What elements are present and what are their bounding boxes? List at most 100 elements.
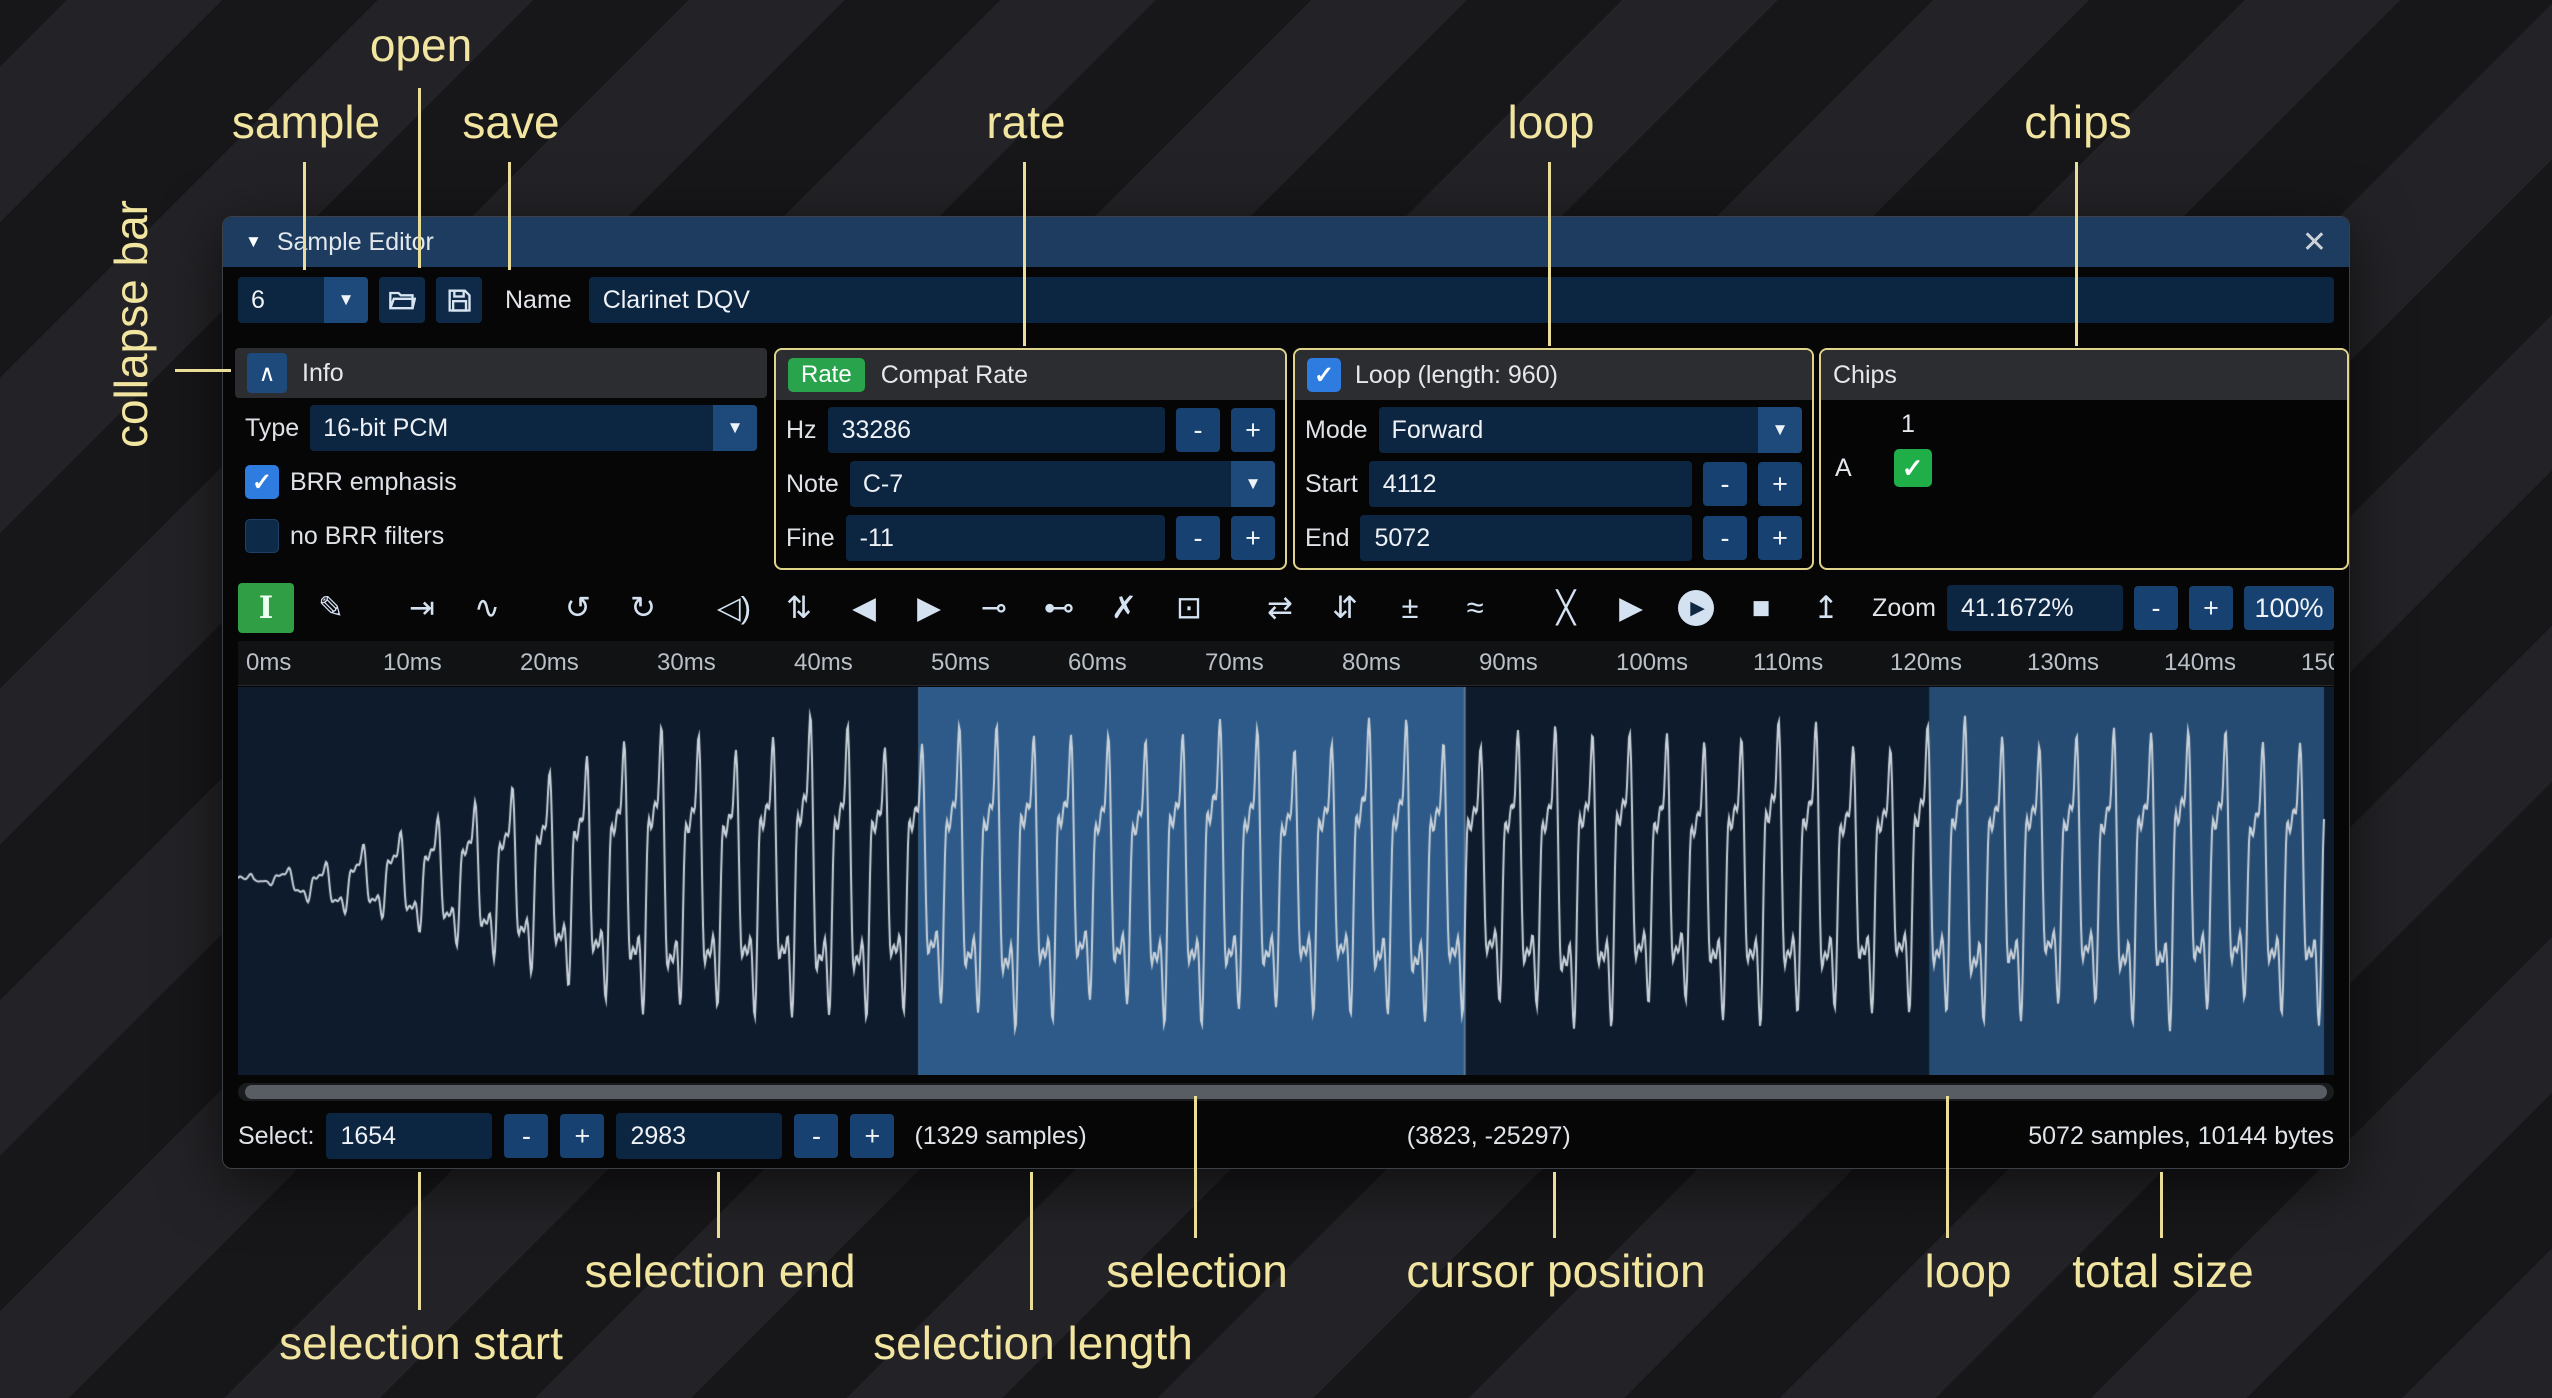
- preview-button[interactable]: ▶: [1603, 583, 1659, 633]
- sample-editor-window: ▼ Sample Editor ✕ 6 ▼: [222, 216, 2350, 1169]
- open-sample-button[interactable]: [379, 277, 425, 323]
- selection-start-increment-button[interactable]: +: [560, 1114, 604, 1158]
- loop-enable-checkbox[interactable]: ✓: [1307, 358, 1341, 392]
- loop-mode-dropdown[interactable]: Forward ▼: [1379, 407, 1802, 453]
- sample-type-dropdown[interactable]: 16-bit PCM ▼: [310, 405, 757, 451]
- undo-button[interactable]: ↺: [550, 583, 606, 633]
- play-button[interactable]: ▶: [1668, 583, 1724, 633]
- loop-start-input[interactable]: 4112: [1369, 461, 1692, 507]
- amplify-button[interactable]: ◁): [706, 583, 762, 633]
- chevron-down-icon[interactable]: ▼: [324, 277, 368, 323]
- fine-input[interactable]: -11: [846, 515, 1165, 561]
- loop-end-decrement-button[interactable]: -: [1703, 516, 1747, 560]
- annotation-selection-end: selection end: [584, 1244, 855, 1298]
- loop-end-input[interactable]: 5072: [1360, 515, 1692, 561]
- loop-header: ✓ Loop (length: 960): [1295, 350, 1812, 400]
- brr-emphasis-label: BRR emphasis: [290, 468, 457, 497]
- selection-start-input[interactable]: 1654: [326, 1113, 492, 1159]
- loop-start-decrement-button[interactable]: -: [1703, 462, 1747, 506]
- selection-end-decrement-button[interactable]: -: [794, 1114, 838, 1158]
- filter-button[interactable]: ≈: [1447, 583, 1503, 633]
- zoom-in-button[interactable]: +: [2189, 586, 2233, 630]
- normalize-button-icon: ⇅: [786, 590, 812, 626]
- select-tool[interactable]: I: [238, 583, 294, 633]
- draw-tool-icon: ✎: [318, 590, 344, 626]
- resize-button[interactable]: ⇥: [394, 583, 450, 633]
- hz-increment-button[interactable]: +: [1231, 408, 1275, 452]
- hz-input[interactable]: 33286: [828, 407, 1165, 453]
- draw-tool[interactable]: ✎: [303, 583, 359, 633]
- fine-increment-button[interactable]: +: [1231, 516, 1275, 560]
- annotation-line-sample: [303, 162, 306, 270]
- normalize-button[interactable]: ⇅: [771, 583, 827, 633]
- invert-button[interactable]: ⇵: [1317, 583, 1373, 633]
- loop-end-increment-button[interactable]: +: [1758, 516, 1802, 560]
- annotation-line-total-size: [2160, 1172, 2163, 1238]
- rate-header-label: Compat Rate: [881, 361, 1028, 390]
- sample-number-dropdown[interactable]: 6 ▼: [238, 277, 368, 323]
- title-bar[interactable]: ▼ Sample Editor ✕: [223, 217, 2349, 267]
- resample-button[interactable]: ∿: [459, 583, 515, 633]
- reverse-button[interactable]: ⇄: [1252, 583, 1308, 633]
- delete-button[interactable]: ✗: [1096, 583, 1152, 633]
- insert-silence-button[interactable]: ⊸: [966, 583, 1022, 633]
- redo-button[interactable]: ↻: [615, 583, 671, 633]
- fade-out-button[interactable]: ▶: [901, 583, 957, 633]
- stop-button[interactable]: ■: [1733, 583, 1789, 633]
- zoom-input[interactable]: 41.1672%: [1947, 585, 2123, 631]
- selection-end-input[interactable]: 2983: [616, 1113, 782, 1159]
- note-label: Note: [786, 470, 839, 499]
- timeline-tick: 120ms: [1890, 649, 1962, 677]
- zoom-reset-button[interactable]: 100%: [2244, 586, 2334, 630]
- scrollbar-handle[interactable]: [245, 1085, 2327, 1099]
- sample-type-value: 16-bit PCM: [310, 414, 713, 443]
- timeline-tick: 20ms: [520, 649, 579, 677]
- window-collapse-icon[interactable]: ▼: [245, 232, 262, 252]
- sample-toolbar: I✎⇥∿↺↻◁)⇅◀▶⊸⊷✗⊡⇄⇵±≈╳▶▶■↥ Zoom 41.1672% -…: [238, 580, 2334, 636]
- chip-enable-checkbox[interactable]: ✓: [1894, 449, 1932, 487]
- selection-end-increment-button[interactable]: +: [850, 1114, 894, 1158]
- selection-start-decrement-button[interactable]: -: [504, 1114, 548, 1158]
- zoom-out-button[interactable]: -: [2134, 586, 2178, 630]
- loop-start-increment-button[interactable]: +: [1758, 462, 1802, 506]
- status-bar: Select: 1654 - + 2983 - + (1329 samples)…: [238, 1111, 2334, 1161]
- sample-row: 6 ▼ Name Clarinet DQV: [238, 275, 2334, 325]
- chevron-down-icon[interactable]: ▼: [1231, 461, 1275, 507]
- annotation-rate: rate: [986, 95, 1065, 149]
- apply-silence-button[interactable]: ⊷: [1031, 583, 1087, 633]
- waveform-view[interactable]: [238, 687, 2334, 1075]
- horizontal-scrollbar[interactable]: [238, 1083, 2334, 1101]
- close-icon[interactable]: ✕: [2302, 225, 2327, 260]
- annotation-line-save: [508, 162, 511, 270]
- note-dropdown[interactable]: C-7 ▼: [850, 461, 1275, 507]
- annotation-loop-bottom: loop: [1925, 1244, 2012, 1298]
- fine-decrement-button[interactable]: -: [1176, 516, 1220, 560]
- annotation-cursor-position: cursor position: [1406, 1244, 1705, 1298]
- annotation-selection: selection: [1106, 1244, 1288, 1298]
- collapse-bar-button[interactable]: ∧: [247, 353, 287, 393]
- no-brr-filters-checkbox[interactable]: [245, 519, 279, 553]
- waveform-canvas[interactable]: [238, 687, 2334, 1075]
- chevron-down-icon[interactable]: ▼: [713, 405, 757, 451]
- timeline-ruler[interactable]: 0ms10ms20ms30ms40ms50ms60ms70ms80ms90ms1…: [238, 641, 2334, 686]
- crossfade-button[interactable]: ╳: [1538, 583, 1594, 633]
- upload-button[interactable]: ↥: [1798, 583, 1854, 633]
- sample-name-input[interactable]: Clarinet DQV: [589, 277, 2334, 323]
- chevron-down-icon[interactable]: ▼: [1758, 407, 1802, 453]
- annotation-line-selection-end: [717, 1172, 720, 1238]
- save-floppy-icon: [445, 286, 473, 314]
- save-sample-button[interactable]: [436, 277, 482, 323]
- annotation-save: save: [462, 95, 559, 149]
- annotation-chips: chips: [2024, 95, 2131, 149]
- fine-label: Fine: [786, 524, 835, 553]
- upload-button-icon: ↥: [1813, 590, 1839, 626]
- redo-button-icon: ↻: [630, 590, 656, 626]
- trim-button[interactable]: ⊡: [1161, 583, 1217, 633]
- fade-in-button[interactable]: ◀: [836, 583, 892, 633]
- rate-badge: Rate: [788, 358, 865, 392]
- sign-button[interactable]: ±: [1382, 583, 1438, 633]
- brr-emphasis-checkbox[interactable]: ✓: [245, 465, 279, 499]
- timeline-tick: 60ms: [1068, 649, 1127, 677]
- hz-decrement-button[interactable]: -: [1176, 408, 1220, 452]
- fade-in-button-icon: ◀: [852, 590, 876, 626]
